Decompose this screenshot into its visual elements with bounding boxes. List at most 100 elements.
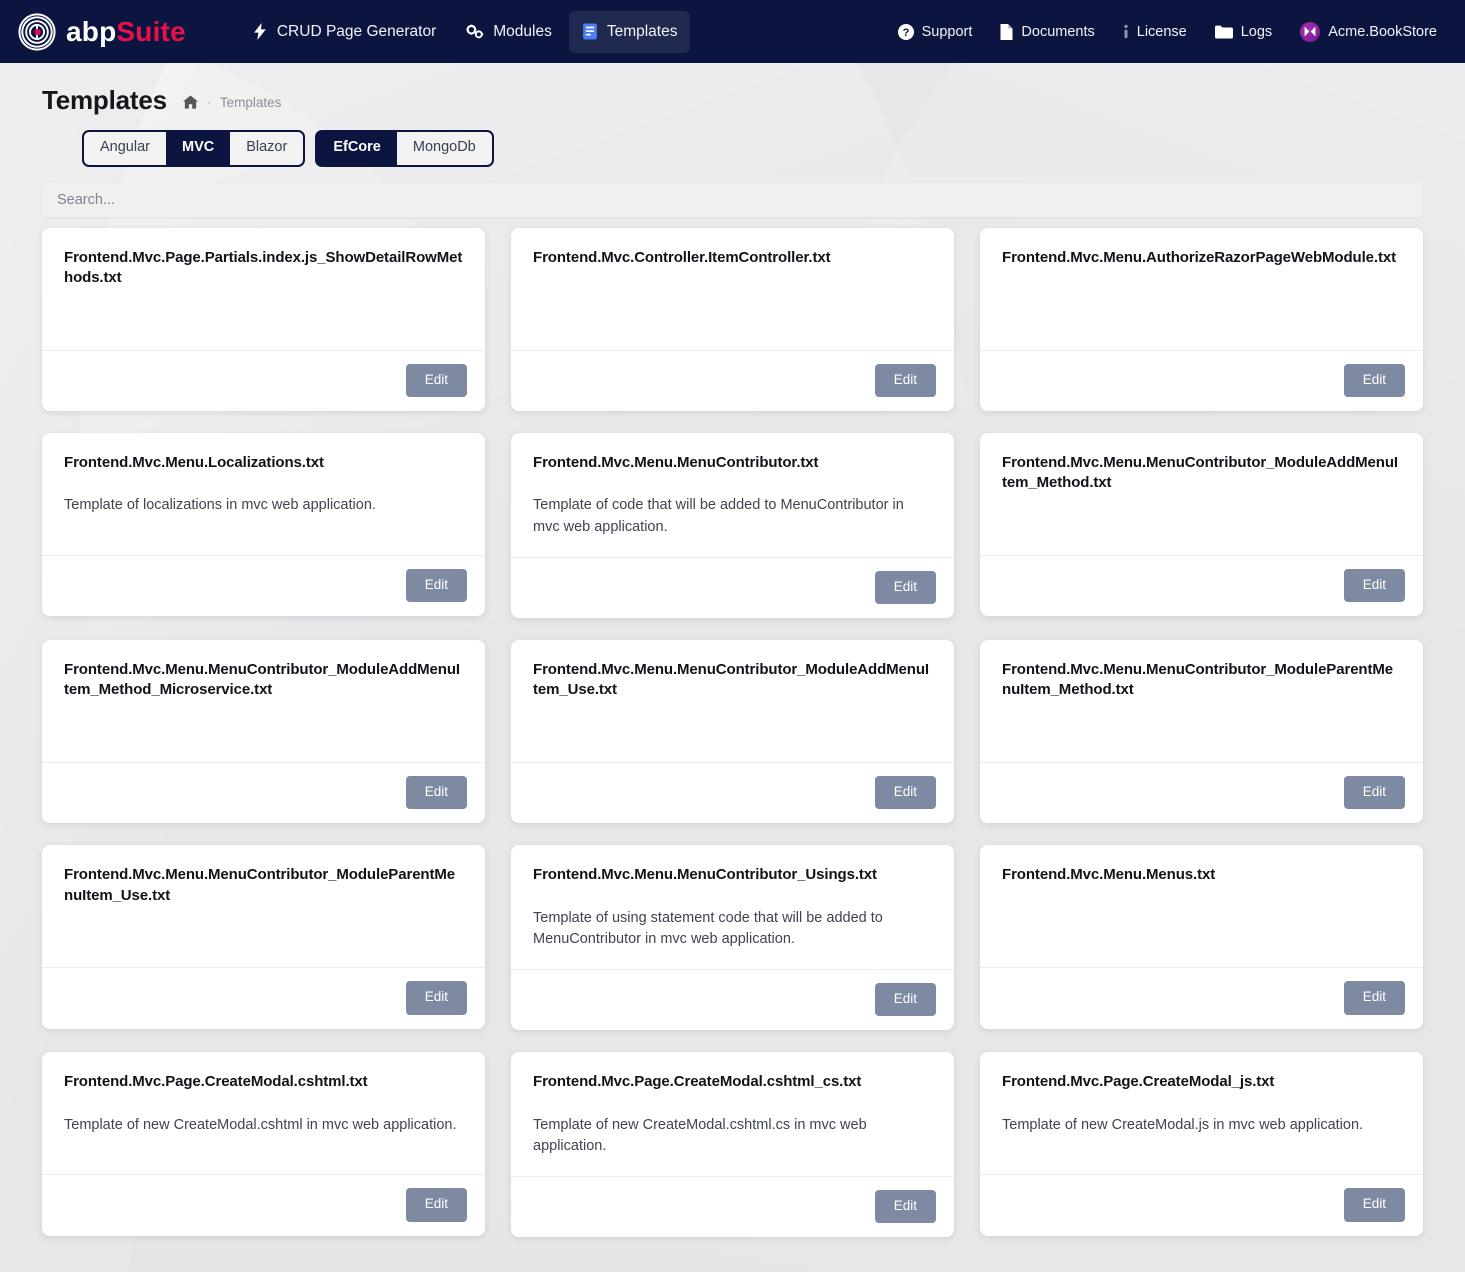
template-card-footer: Edit bbox=[980, 762, 1423, 823]
folder-icon bbox=[1214, 25, 1233, 39]
top-navbar: abpSuite CRUD Page Generator Modules Tem… bbox=[0, 0, 1465, 63]
question-circle-icon: ? bbox=[897, 23, 914, 40]
tab-mongodb[interactable]: MongoDb bbox=[396, 132, 492, 165]
template-card-footer: Edit bbox=[511, 556, 954, 618]
template-card: Frontend.Mvc.Menu.MenuContributor_Usings… bbox=[511, 845, 954, 1031]
template-card-footer: Edit bbox=[980, 967, 1423, 1028]
abp-spiral-logo-icon bbox=[18, 12, 56, 51]
template-card-title: Frontend.Mvc.Menu.MenuContributor_Module… bbox=[1002, 661, 1394, 699]
gears-icon bbox=[466, 24, 484, 40]
template-card-body: Frontend.Mvc.Menu.AuthorizeRazorPageWebM… bbox=[980, 228, 1423, 350]
template-card-body: Frontend.Mvc.Page.CreateModal.cshtml.txt… bbox=[42, 1052, 485, 1174]
tab-blazor[interactable]: Blazor bbox=[230, 132, 304, 165]
template-card-title: Frontend.Mvc.Menu.MenuContributor.txt bbox=[533, 454, 819, 471]
template-card-body: Frontend.Mvc.Menu.MenuContributor_Module… bbox=[42, 845, 485, 967]
home-icon[interactable] bbox=[182, 95, 198, 109]
template-card-title: Frontend.Mvc.Page.CreateModal_js.txt bbox=[1002, 1073, 1275, 1091]
nav-item-label: Templates bbox=[606, 22, 678, 40]
template-card: Frontend.Mvc.Page.CreateModal_js.txt Temp… bbox=[980, 1052, 1423, 1236]
template-card-spacer bbox=[1002, 1136, 1401, 1174]
template-card-spacer bbox=[1002, 886, 1401, 968]
page-header: Templates · Templates bbox=[40, 63, 1425, 116]
nav-item-crud-page-generator[interactable]: CRUD Page Generator bbox=[240, 11, 449, 53]
template-card-footer: Edit bbox=[511, 1176, 954, 1237]
template-card: Frontend.Mvc.Menu.MenuContributor.txt Tem… bbox=[511, 433, 954, 618]
template-card-description: Template of new CreateModal.cshtml.cs in… bbox=[533, 1116, 867, 1155]
edit-button[interactable]: Edit bbox=[1343, 981, 1405, 1015]
template-card-grid: Frontend.Mvc.Page.Partials.index.js_Show… bbox=[40, 217, 1425, 1260]
template-card-body: Frontend.Mvc.Menu.Menus.txt bbox=[980, 845, 1423, 967]
template-card-description: Template of code that will be added to M… bbox=[533, 497, 904, 535]
template-card-body: Frontend.Mvc.Controller.ItemController.t… bbox=[511, 228, 954, 350]
edit-button[interactable]: Edit bbox=[874, 983, 936, 1017]
template-card-spacer bbox=[1002, 701, 1401, 763]
template-card-description: Template of using statement code that wi… bbox=[533, 909, 883, 948]
template-card-spacer bbox=[533, 951, 932, 969]
template-card-spacer bbox=[64, 288, 463, 350]
edit-button[interactable]: Edit bbox=[874, 776, 936, 810]
template-card-spacer bbox=[533, 701, 932, 763]
template-card-spacer bbox=[64, 517, 463, 555]
breadcrumb-separator: · bbox=[206, 95, 211, 109]
primary-nav: CRUD Page Generator Modules Templates bbox=[240, 10, 691, 53]
svg-text:?: ? bbox=[902, 27, 909, 39]
nav-item-license[interactable]: License bbox=[1111, 14, 1199, 50]
template-card-spacer bbox=[533, 1158, 932, 1176]
nav-item-modules[interactable]: Modules bbox=[453, 11, 565, 53]
template-card-footer: Edit bbox=[511, 969, 954, 1030]
edit-button[interactable]: Edit bbox=[874, 1190, 936, 1224]
search-bar bbox=[40, 167, 1425, 217]
template-card-footer: Edit bbox=[42, 967, 485, 1028]
nav-item-documents[interactable]: Documents bbox=[988, 14, 1106, 50]
template-card-footer: Edit bbox=[980, 1174, 1423, 1235]
template-card-title: Frontend.Mvc.Page.CreateModal.cshtml_cs.… bbox=[533, 1073, 862, 1091]
tab-angular[interactable]: Angular bbox=[84, 132, 166, 165]
template-card-body: Frontend.Mvc.Menu.MenuContributor_Module… bbox=[511, 640, 954, 762]
template-card-spacer bbox=[533, 539, 932, 557]
edit-button[interactable]: Edit bbox=[405, 776, 467, 810]
edit-button[interactable]: Edit bbox=[405, 363, 467, 397]
template-card-description: Template of new CreateModal.cshtml in mv… bbox=[64, 1116, 457, 1133]
template-card-title: Frontend.Mvc.Menu.MenuContributor_Module… bbox=[1002, 454, 1398, 492]
edit-button[interactable]: Edit bbox=[405, 981, 467, 1015]
template-card-title: Frontend.Mvc.Page.Partials.index.js_Show… bbox=[64, 248, 463, 286]
template-card-title: Frontend.Mvc.Menu.MenuContributor_Module… bbox=[64, 866, 456, 904]
template-card-spacer bbox=[533, 268, 932, 350]
nav-item-label: CRUD Page Generator bbox=[276, 22, 437, 40]
edit-button[interactable]: Edit bbox=[405, 1188, 467, 1222]
nav-item-logs[interactable]: Logs bbox=[1203, 14, 1284, 50]
template-card: Frontend.Mvc.Menu.AuthorizeRazorPageWebM… bbox=[980, 227, 1423, 411]
template-card: Frontend.Mvc.Page.CreateModal.cshtml_cs.… bbox=[511, 1052, 954, 1238]
edit-button[interactable]: Edit bbox=[1343, 363, 1405, 397]
tab-efcore[interactable]: EfCore bbox=[317, 132, 397, 165]
nav-item-templates[interactable]: Templates bbox=[568, 10, 691, 53]
document-icon bbox=[1000, 23, 1013, 40]
edit-button[interactable]: Edit bbox=[1343, 569, 1405, 603]
template-card-footer: Edit bbox=[980, 349, 1423, 411]
template-card-footer: Edit bbox=[511, 762, 954, 823]
edit-button[interactable]: Edit bbox=[1343, 776, 1405, 810]
nav-item-label: Logs bbox=[1240, 23, 1273, 40]
template-card-body: Frontend.Mvc.Menu.Localizations.txt Templ… bbox=[42, 433, 485, 555]
template-card-spacer bbox=[1002, 494, 1401, 556]
nav-item-tenant-acme-bookstore[interactable]: Acme.BookStore bbox=[1288, 12, 1449, 52]
template-card-body: Frontend.Mvc.Menu.MenuContributor_Module… bbox=[980, 433, 1423, 555]
tenant-avatar-icon bbox=[1300, 21, 1321, 42]
template-card: Frontend.Mvc.Page.CreateModal.cshtml.txt… bbox=[42, 1052, 485, 1236]
edit-button[interactable]: Edit bbox=[874, 570, 936, 604]
nav-item-support[interactable]: ? Support bbox=[886, 14, 985, 50]
template-card-description: Template of new CreateModal.js in mvc we… bbox=[1002, 1116, 1364, 1133]
template-card-spacer bbox=[64, 906, 463, 968]
tab-mvc[interactable]: MVC bbox=[165, 132, 231, 165]
nav-item-label: License bbox=[1136, 23, 1187, 40]
template-card-spacer bbox=[64, 1136, 463, 1174]
template-card: Frontend.Mvc.Menu.MenuContributor_Module… bbox=[42, 640, 485, 824]
edit-button[interactable]: Edit bbox=[405, 569, 467, 603]
brand[interactable]: abpSuite bbox=[18, 12, 186, 51]
search-input[interactable] bbox=[42, 182, 1423, 217]
brand-name-suite: Suite bbox=[116, 15, 186, 47]
template-card-footer: Edit bbox=[42, 349, 485, 411]
template-card-footer: Edit bbox=[511, 349, 954, 411]
edit-button[interactable]: Edit bbox=[1343, 1188, 1405, 1222]
edit-button[interactable]: Edit bbox=[874, 363, 936, 397]
